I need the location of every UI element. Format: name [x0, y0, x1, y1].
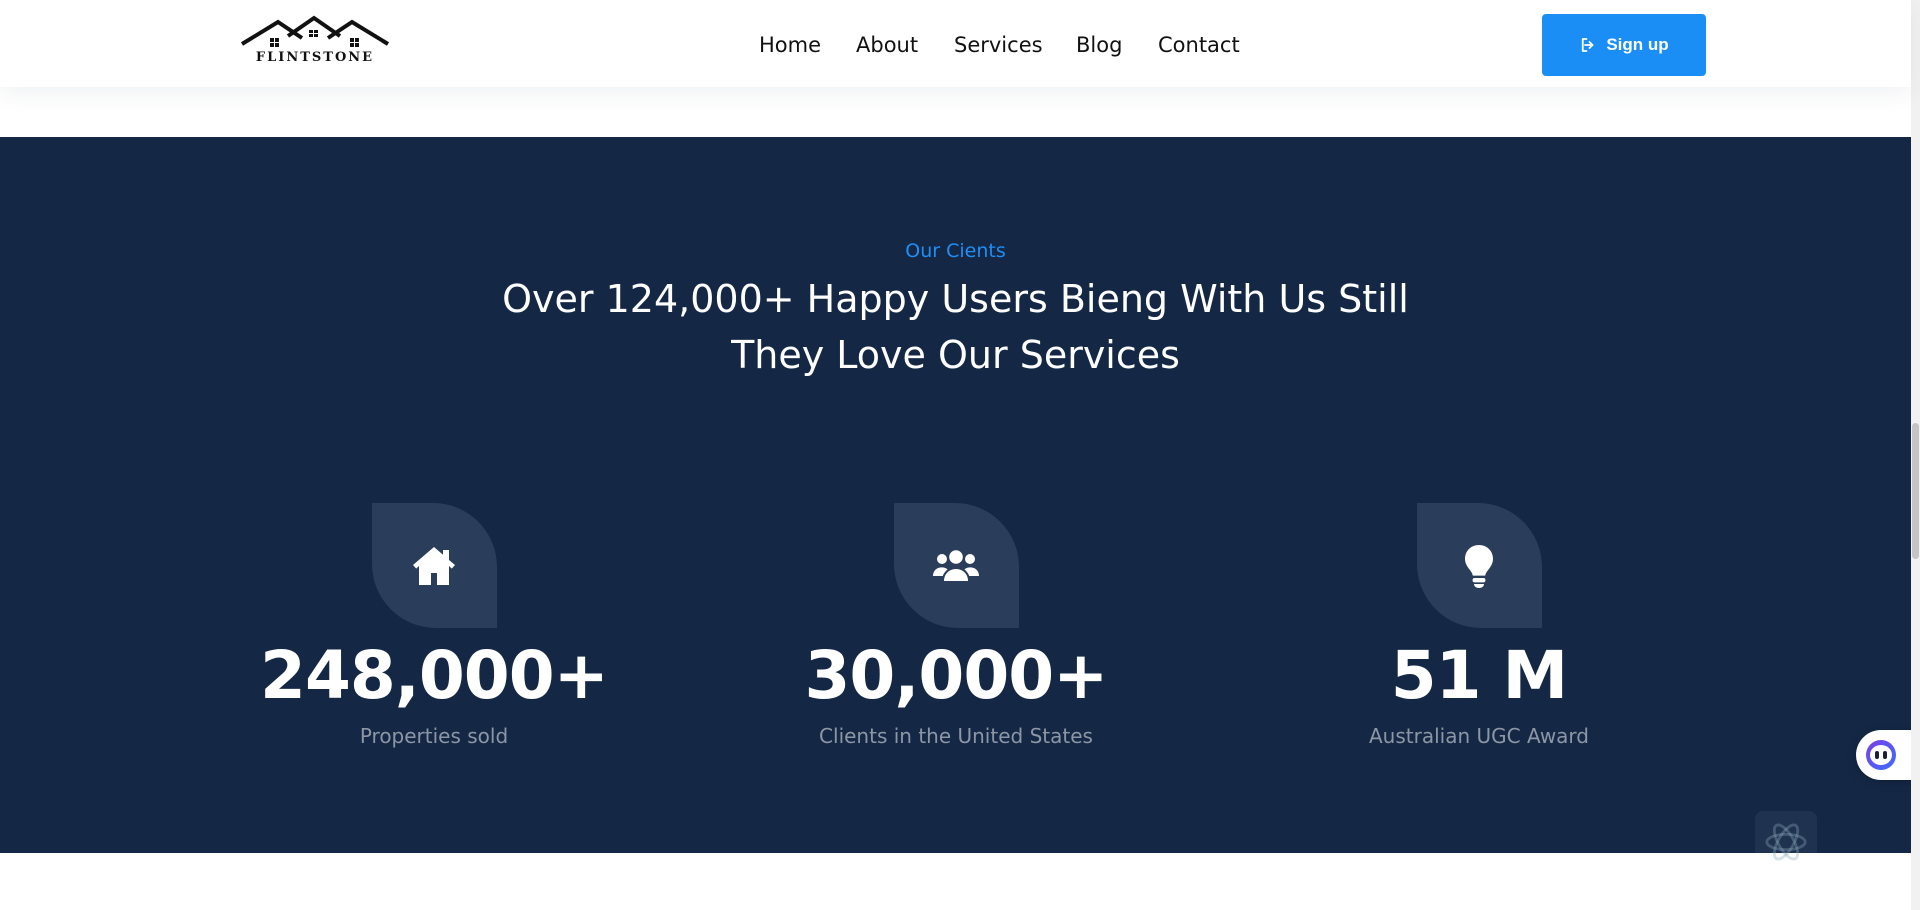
stat-label: Clients in the United States	[819, 724, 1093, 748]
lightbulb-icon	[1465, 544, 1493, 588]
chat-widget-button[interactable]	[1856, 730, 1916, 780]
chat-bot-icon	[1866, 740, 1896, 770]
atom-icon	[1765, 823, 1807, 861]
stat-icon-tile	[893, 503, 1019, 628]
nav-services[interactable]: Services	[954, 32, 1043, 58]
stat-card-clients: 30,000+ Clients in the United States	[756, 503, 1156, 748]
users-icon	[933, 549, 979, 581]
stat-label: Properties sold	[359, 724, 509, 748]
sign-up-label: Sign up	[1606, 35, 1669, 54]
nav-about[interactable]: About	[856, 32, 918, 58]
sign-up-button[interactable]: Sign up	[1542, 14, 1706, 76]
stat-value: 30,000+	[804, 637, 1109, 714]
sign-in-icon	[1582, 38, 1594, 52]
section-headline: Over 124,000+ Happy Users Bieng With Us …	[0, 271, 1911, 383]
page: FLINTSTONE Home About Services Blog Cont…	[0, 0, 1920, 910]
scrollbar-thumb[interactable]	[1912, 423, 1919, 559]
ai-widget-button[interactable]	[1755, 811, 1817, 873]
clients-section: Our Cients Over 124,000+ Happy Users Bie…	[0, 137, 1911, 853]
stat-value: 248,000+	[260, 637, 609, 714]
nav-blog[interactable]: Blog	[1076, 32, 1122, 58]
nav-contact[interactable]: Contact	[1158, 32, 1240, 58]
stat-icon-tile	[1416, 503, 1542, 628]
stat-value: 51 M	[1390, 637, 1569, 714]
stat-card-award: 51 M Australian UGC Award	[1279, 503, 1679, 748]
stat-card-properties: 248,000+ Properties sold	[234, 503, 634, 748]
headline-line-1: Over 124,000+ Happy Users Bieng With Us …	[502, 277, 1409, 321]
headline-line-2: They Love Our Services	[731, 333, 1180, 377]
nav-home[interactable]: Home	[759, 32, 821, 58]
site-header: FLINTSTONE Home About Services Blog Cont…	[0, 0, 1911, 87]
section-eyebrow: Our Cients	[905, 240, 1006, 262]
house-icon	[413, 546, 455, 585]
stat-label: Australian UGC Award	[1368, 724, 1589, 748]
stat-icon-tile	[371, 503, 497, 628]
